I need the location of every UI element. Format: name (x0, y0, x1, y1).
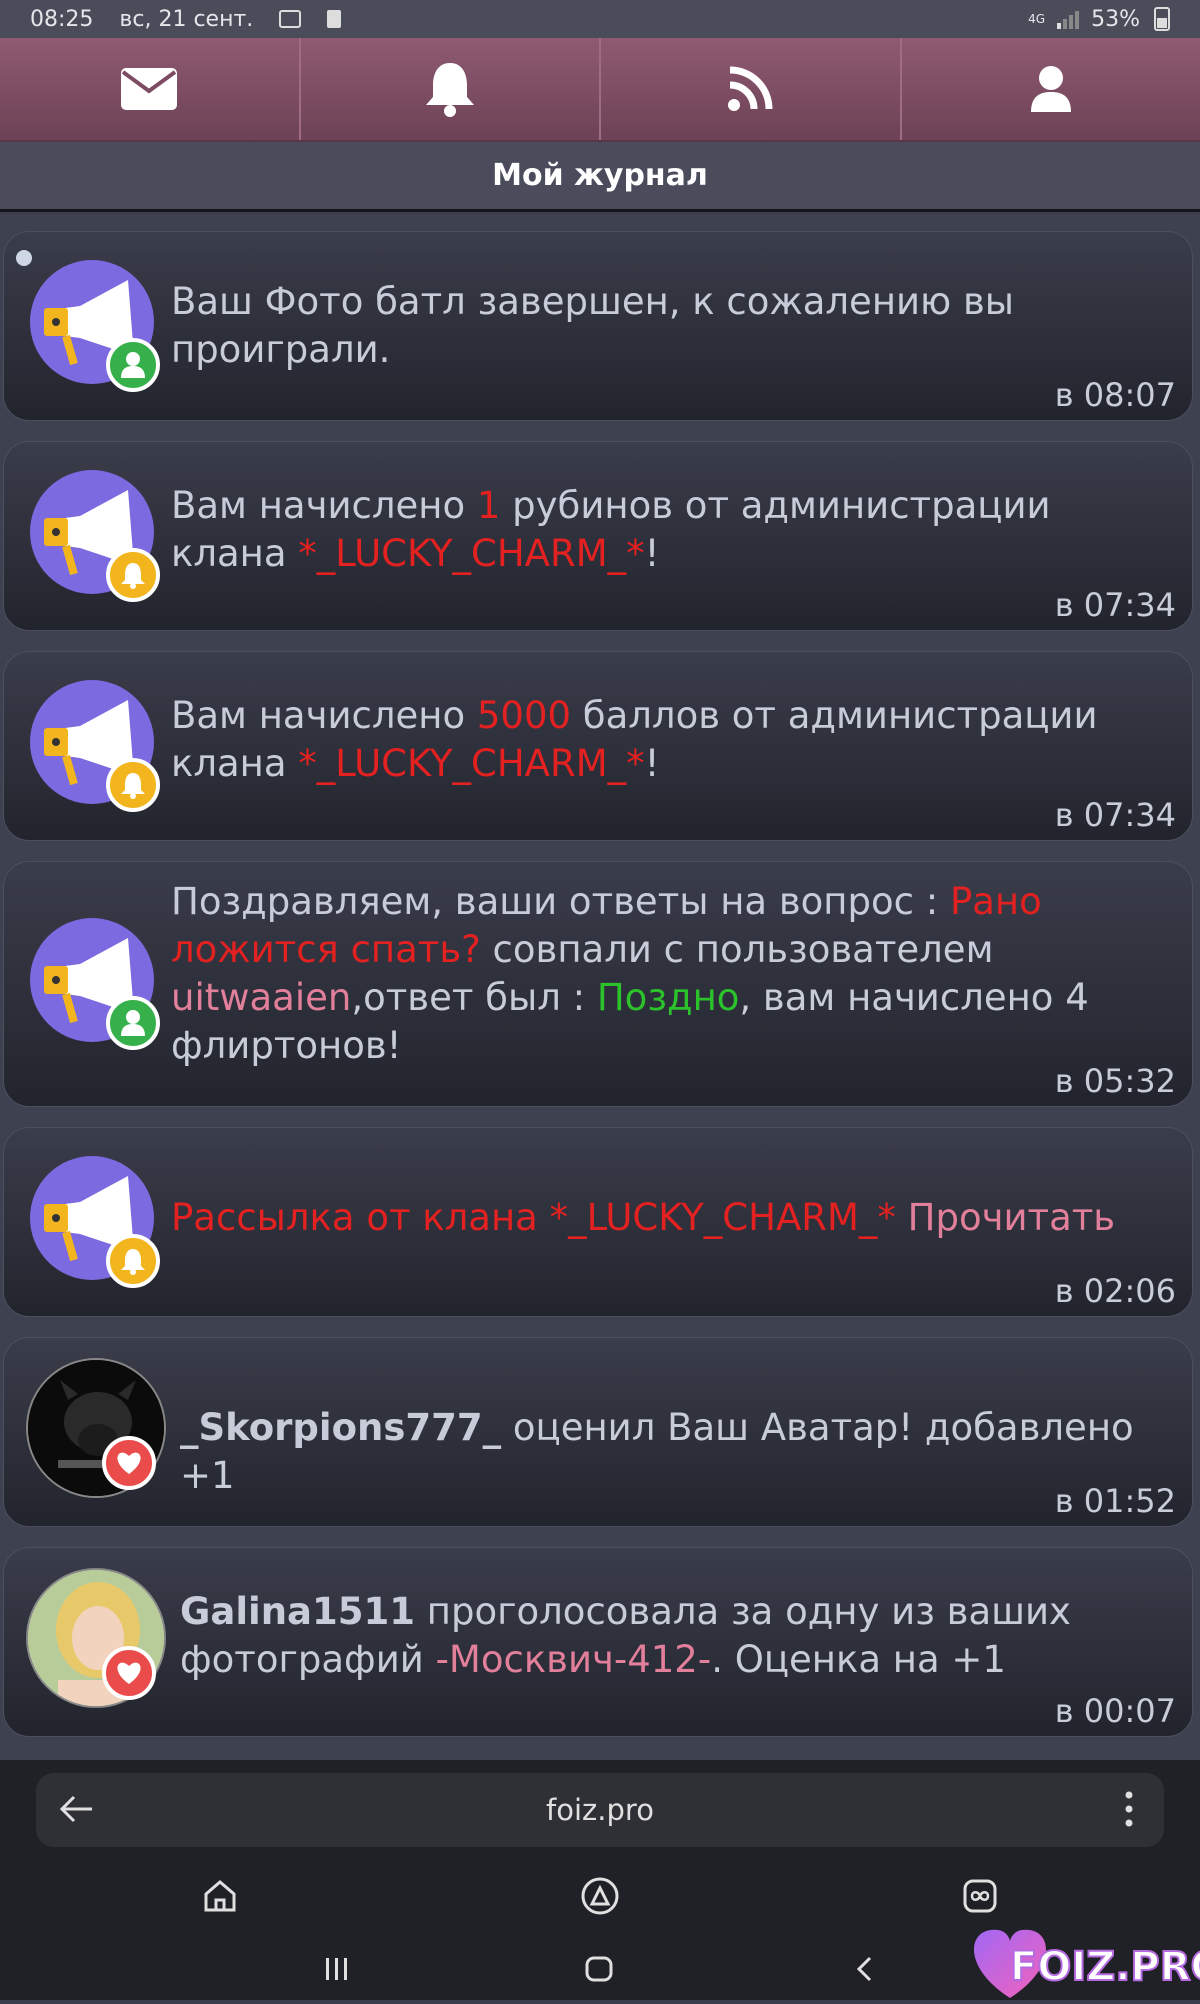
user-badge-icon (106, 338, 160, 392)
screenshot-icon (279, 10, 301, 28)
more-options-icon[interactable] (1124, 1789, 1134, 1829)
bell-badge-icon (106, 548, 160, 602)
network-type: 4G (1028, 13, 1045, 25)
user-icon (1029, 65, 1073, 113)
page-title: Мой журнал (492, 158, 708, 193)
notification-card[interactable]: Вам начислено 5000 баллов от администрац… (3, 651, 1193, 841)
notification-time: в 07:34 (1055, 796, 1176, 834)
nav-feed[interactable] (601, 38, 902, 140)
rss-icon (726, 65, 774, 113)
tabs-icon[interactable] (960, 1876, 1000, 1916)
home-icon[interactable] (200, 1876, 240, 1916)
user-avatar[interactable] (26, 1358, 150, 1482)
sd-card-icon (327, 10, 341, 28)
notification-card[interactable]: Рассылка от клана *_LUCKY_CHARM_* Прочит… (3, 1127, 1193, 1317)
watermark-logo: FOIZ.PRO (960, 1916, 1200, 2000)
photo-link[interactable]: -Москвич-412- (436, 1638, 712, 1681)
status-time: 08:25 (30, 7, 93, 32)
user-avatar[interactable] (26, 1568, 150, 1692)
nav-notifications[interactable] (301, 38, 602, 140)
notification-text: Поздравляем, ваши ответы на вопрос : Ран… (171, 878, 1162, 1070)
clan-name: *_LUCKY_CHARM_* (298, 532, 644, 575)
system-avatar (30, 680, 154, 804)
user-badge-icon (106, 996, 160, 1050)
status-bar: 08:25 вс, 21 сент. 4G 53% (0, 0, 1200, 38)
notification-card[interactable]: Поздравляем, ваши ответы на вопрос : Ран… (3, 861, 1193, 1107)
watermark-text: FOIZ.PRO (1010, 1944, 1200, 1990)
bell-icon (423, 59, 477, 119)
nav-messages[interactable] (0, 38, 301, 140)
url-text: foiz.pro (36, 1793, 1164, 1827)
notification-card[interactable]: Ваш Фото батл завершен, к сожалению вы п… (3, 231, 1193, 421)
status-date: вс, 21 сент. (119, 7, 253, 32)
nav-profile[interactable] (902, 38, 1200, 140)
clan-name: *_LUCKY_CHARM_* (298, 742, 644, 785)
answer: Поздно (597, 976, 740, 1019)
notification-text: Ваш Фото батл завершен, к сожалению вы п… (171, 278, 1162, 374)
title-bar: Мой журнал (0, 142, 1200, 212)
notification-time: в 08:07 (1055, 376, 1176, 414)
amount: 5000 (477, 694, 571, 737)
notification-text: Вам начислено 1 рубинов от администрации… (171, 482, 1162, 578)
top-nav (0, 38, 1200, 142)
notification-text: Galina1511 проголосовала за одну из ваши… (180, 1588, 1162, 1684)
envelope-icon (120, 67, 178, 111)
notification-time: в 01:52 (1055, 1482, 1176, 1520)
home-button-icon[interactable] (584, 1954, 614, 1984)
notification-card[interactable]: Вам начислено 1 рубинов от администрации… (3, 441, 1193, 631)
signal-icon (1055, 8, 1081, 30)
amount: 1 (477, 484, 501, 527)
url-field[interactable]: foiz.pro (36, 1773, 1164, 1847)
notification-time: в 00:07 (1055, 1692, 1176, 1730)
notification-card[interactable]: Galina1511 проголосовала за одну из ваши… (3, 1547, 1193, 1737)
user-link[interactable]: Galina1511 (180, 1590, 415, 1633)
notification-card[interactable]: _Skorpions777_ оценил Ваш Аватар! добавл… (3, 1337, 1193, 1527)
user-link[interactable]: _Skorpions777_ (180, 1406, 501, 1449)
battery-percent: 53% (1091, 7, 1140, 32)
recent-apps-icon[interactable] (322, 1954, 352, 1984)
user-link[interactable]: uitwaaien (171, 976, 351, 1019)
system-avatar (30, 260, 154, 384)
notification-time: в 07:34 (1055, 586, 1176, 624)
unread-indicator (16, 250, 32, 266)
system-avatar (30, 470, 154, 594)
system-avatar (30, 1156, 154, 1280)
battery-icon (1154, 7, 1170, 31)
bell-badge-icon (106, 758, 160, 812)
heart-badge-icon (102, 1436, 156, 1490)
browser-address-bar: foiz.pro (0, 1760, 1200, 1860)
system-avatar (30, 918, 154, 1042)
notification-text: _Skorpions777_ оценил Ваш Аватар! добавл… (180, 1404, 1162, 1500)
notification-time: в 02:06 (1055, 1272, 1176, 1310)
notification-time: в 05:32 (1055, 1062, 1176, 1100)
back-button-icon[interactable] (850, 1954, 880, 1984)
journal-feed[interactable]: Ваш Фото батл завершен, к сожалению вы п… (0, 215, 1200, 1760)
read-link[interactable]: Прочитать (908, 1196, 1115, 1239)
notification-text: Рассылка от клана *_LUCKY_CHARM_* Прочит… (171, 1194, 1162, 1242)
heart-badge-icon (102, 1646, 156, 1700)
bell-badge-icon (106, 1234, 160, 1288)
notification-text: Вам начислено 5000 баллов от администрац… (171, 692, 1162, 788)
assistant-icon[interactable] (580, 1876, 620, 1916)
